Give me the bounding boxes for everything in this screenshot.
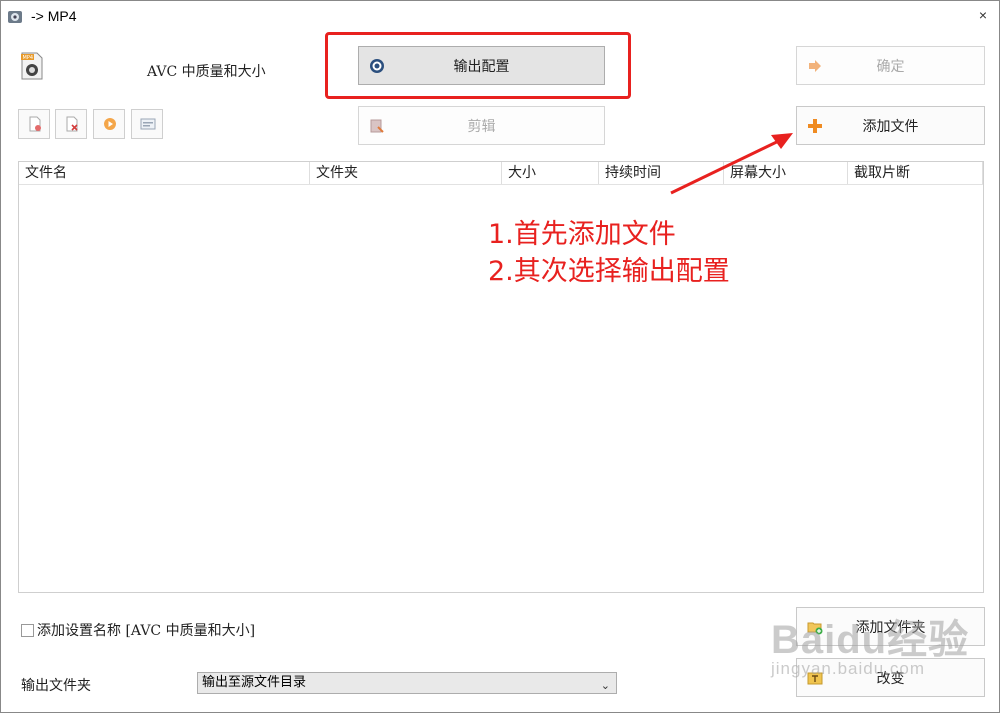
ok-label: 确定	[876, 58, 905, 75]
arrow-right-icon	[809, 59, 821, 72]
ok-button[interactable]: 确定	[796, 46, 985, 85]
highlight-box	[325, 32, 631, 99]
play-icon	[104, 118, 116, 130]
converter-window: -> MP4 × MP4 AVC 中质量和大小 输出配置 确定 剪辑 添加文件 …	[0, 0, 1000, 713]
play-button[interactable]	[93, 109, 125, 139]
column-header-size[interactable]: 大小	[502, 162, 599, 184]
output-folder-label: 输出文件夹	[21, 678, 91, 694]
column-header-filename[interactable]: 文件名	[19, 162, 310, 184]
add-file-label: 添加文件	[862, 118, 919, 135]
title-bar: -> MP4 ×	[1, 1, 999, 31]
add-setting-name-label: 添加设置名称 [AVC 中质量和大小]	[37, 623, 256, 639]
mp4-file-icon: MP4	[21, 52, 43, 80]
remove-file-icon	[29, 116, 41, 132]
annotation-arrow	[670, 133, 793, 195]
remove-file-button[interactable]	[18, 109, 50, 139]
add-setting-name-option[interactable]: 添加设置名称 [AVC 中质量和大小]	[21, 620, 255, 640]
app-icon	[8, 11, 22, 23]
table-header: 文件名 文件夹 大小 持续时间 屏幕大小 截取片断	[19, 162, 983, 185]
watermark-brand: Baidu经验	[771, 618, 970, 662]
baidu-watermark: Baidu经验 jingyan.baidu.com	[771, 607, 969, 679]
clear-list-icon	[66, 116, 78, 132]
output-folder-select[interactable]: 输出至源文件目录 ⌄	[197, 672, 617, 694]
svg-text:MP4: MP4	[23, 55, 34, 61]
column-header-clip[interactable]: 截取片断	[848, 162, 983, 184]
window-title: -> MP4	[31, 8, 77, 24]
annotation-line-1: 1.首先添加文件	[488, 219, 676, 250]
column-header-folder[interactable]: 文件夹	[310, 162, 502, 184]
media-info-icon	[140, 118, 156, 130]
plus-icon	[808, 118, 822, 133]
close-button[interactable]: ×	[979, 7, 987, 23]
edit-button[interactable]: 剪辑	[358, 106, 605, 145]
media-info-button[interactable]	[131, 109, 163, 139]
chevron-down-icon: ⌄	[600, 679, 610, 692]
edit-label: 剪辑	[467, 118, 496, 135]
add-file-button[interactable]: 添加文件	[796, 106, 985, 145]
film-edit-icon	[370, 119, 384, 133]
annotation-line-2: 2.其次选择输出配置	[488, 256, 730, 287]
clear-list-button[interactable]	[55, 109, 87, 139]
profile-label: AVC 中质量和大小	[147, 64, 266, 80]
add-setting-name-checkbox[interactable]	[21, 623, 34, 637]
output-folder-value: 输出至源文件目录	[202, 675, 307, 690]
